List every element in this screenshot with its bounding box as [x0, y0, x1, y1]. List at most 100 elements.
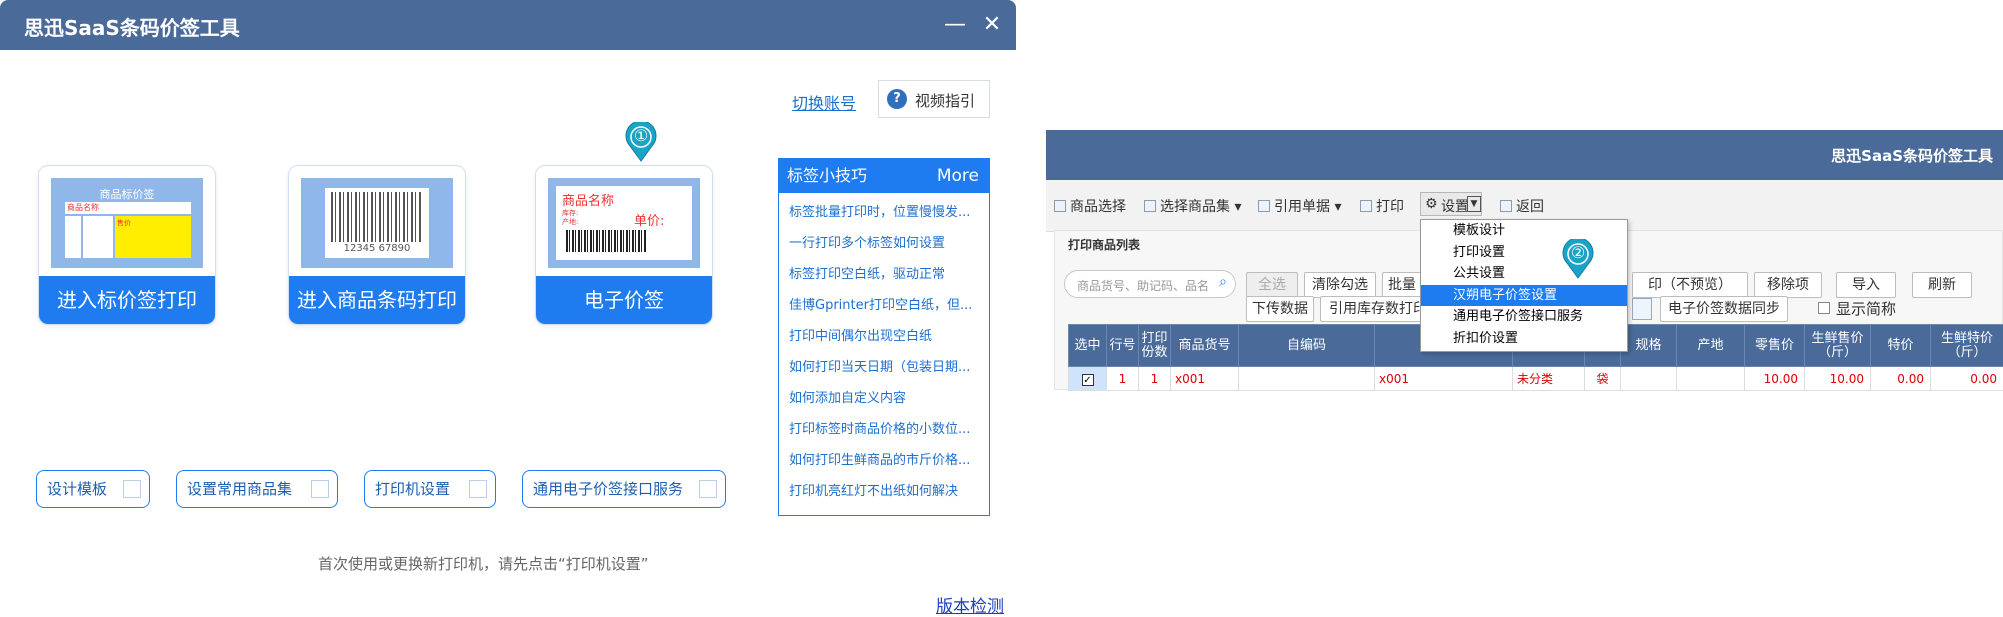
printer-icon [469, 480, 487, 498]
barcode-preview-icon: 12345 67890 [301, 178, 453, 268]
column-header[interactable]: 行号 [1107, 325, 1139, 367]
column-header[interactable]: 零售价 [1745, 325, 1805, 367]
printer-icon [1360, 200, 1372, 212]
tip-item[interactable]: 标签批量打印时，位置慢慢发... [789, 197, 979, 228]
price-tag-print-label: 进入标价签打印 [39, 276, 215, 324]
electronic-label-label: 电子价签 [536, 276, 712, 324]
print-button[interactable]: 打印 [1360, 196, 1404, 216]
column-header[interactable]: 选中 [1069, 325, 1107, 367]
menu-item-discount-settings[interactable]: 折扣价设置 [1421, 328, 1627, 350]
import-button[interactable]: 导入 [1836, 272, 1896, 298]
tip-item[interactable]: 佳博Gprinter打印空白纸，但... [789, 290, 979, 321]
minimize-button[interactable]: — [938, 8, 972, 42]
settings-dropdown-menu: 模板设计 打印设置 公共设置 汉朔电子价签设置 通用电子价签接口服务 折扣价设置 [1420, 219, 1628, 352]
column-header[interactable]: 打印份数 [1139, 325, 1171, 367]
refresh-button[interactable]: 刷新 [1912, 272, 1972, 298]
product-select-button[interactable]: 商品选择 [1054, 196, 1126, 216]
menu-item-template-design[interactable]: 模板设计 [1421, 220, 1627, 242]
barcode-print-label: 进入商品条码打印 [289, 276, 465, 324]
tip-item[interactable]: 如何打印当天日期（包装日期... [789, 352, 979, 383]
column-header[interactable]: 特价 [1871, 325, 1931, 367]
row-select-cell[interactable]: ✓ [1069, 367, 1107, 391]
menu-item-generic-esl-service[interactable]: 通用电子价签接口服务 [1421, 306, 1627, 328]
column-header[interactable]: 规格 [1621, 325, 1677, 367]
window-title: 思迅SaaS条码价签工具 [24, 12, 240, 41]
return-icon [1500, 200, 1512, 212]
print-copies[interactable]: 1 [1139, 367, 1171, 391]
price-tag-print-card[interactable]: 商品标价签 商品名称 售价 进入标价签打印 [38, 165, 216, 325]
esl-interface-button[interactable]: 通用电子价签接口服务 [522, 470, 726, 508]
elabel-origin: 产地: [562, 217, 578, 227]
batch-button[interactable]: 批量 [1382, 272, 1422, 298]
electronic-label-card[interactable]: 商品名称 库存: 产地: 单价: 电子价签 [535, 165, 713, 325]
common-items-button[interactable]: 设置常用商品集 [176, 470, 338, 508]
menu-item-print-settings[interactable]: 打印设置 [1421, 242, 1627, 264]
column-header[interactable]: 生鲜售价（斤） [1805, 325, 1871, 367]
folder-icon [1144, 200, 1156, 212]
step-2-marker-icon: ② [1561, 239, 1595, 279]
tip-item[interactable]: 如何打印生鲜商品的市斤价格... [789, 445, 979, 476]
title-bar: 思迅SaaS条码价签工具 — ✕ [0, 0, 1016, 50]
tip-item[interactable]: 打印中间偶尔出现空白纸 [789, 321, 979, 352]
bag-icon [311, 480, 329, 498]
return-label: 返回 [1516, 199, 1544, 215]
barcode-bars [331, 192, 423, 242]
search-icon: ⌕ [1219, 274, 1227, 290]
upload-data-button[interactable]: 下传数据 [1246, 296, 1314, 322]
tip-item[interactable]: 标签打印空白纸，驱动正常 [789, 259, 979, 290]
tips-title: 标签小技巧 [787, 166, 867, 185]
calendar-icon[interactable] [1632, 298, 1652, 320]
clear-check-button[interactable]: 清除勾选 [1304, 272, 1376, 298]
switch-account-link[interactable]: 切换账号 [792, 90, 856, 114]
column-header[interactable]: 商品货号 [1171, 325, 1239, 367]
column-header[interactable]: 自编码 [1239, 325, 1375, 367]
search-input[interactable]: 商品货号、助记码、品名 ⌕ [1064, 270, 1236, 298]
step-1-marker-icon: ① [624, 122, 658, 162]
print-no-preview-button[interactable]: 印（不预览） [1632, 272, 1748, 298]
column-header[interactable]: 产地 [1677, 325, 1745, 367]
select-product-set-button[interactable]: 选择商品集 ▾ [1144, 196, 1241, 216]
table-row[interactable]: ✓ 1 1 x001 x001 未分类 袋 10.00 10.00 0.00 0… [1069, 367, 2003, 391]
gear-icon: ⚙ [1425, 196, 1438, 212]
tips-panel: 标签小技巧 More 标签批量打印时，位置慢慢发... 一行打印多个标签如何设置… [778, 158, 990, 516]
ref-stock-print-button[interactable]: 引用库存数打印 [1320, 296, 1436, 322]
tip-item[interactable]: 打印机亮红灯不出纸如何解决 [789, 476, 979, 507]
retail-price: 10.00 [1745, 367, 1805, 391]
self-code [1239, 367, 1375, 391]
tip-item[interactable]: 一行打印多个标签如何设置 [789, 228, 979, 259]
close-button[interactable]: ✕ [975, 8, 1009, 42]
menu-item-hanshow-esl-settings[interactable]: 汉朔电子价签设置 [1421, 285, 1627, 307]
title-bar: 思迅SaaS条码价签工具 [1046, 130, 2003, 180]
version-check-link[interactable]: 版本检测 [936, 592, 1004, 617]
select-all-button[interactable]: 全选 [1246, 272, 1298, 298]
remove-item-button[interactable]: 移除项 [1754, 272, 1822, 298]
tips-more-link[interactable]: More [937, 159, 979, 193]
main-window: 思迅SaaS条码价签工具 — ✕ 切换账号 ? 视频指引 商品标价签 商品名称 … [0, 0, 1016, 614]
barcode-print-card[interactable]: 12345 67890 进入商品条码打印 [288, 165, 466, 325]
video-guide-button[interactable]: ? 视频指引 [878, 80, 990, 118]
chevron-down-icon[interactable]: ▼ [1467, 196, 1481, 212]
print-list-window: 思迅SaaS条码价签工具 商品选择 选择商品集 ▾ 引用单据 ▾ 打印 ⚙ 设置… [1046, 130, 2003, 390]
help-icon: ? [887, 89, 907, 109]
printer-settings-label: 打印机设置 [375, 480, 450, 498]
preview-field-values [83, 216, 113, 258]
show-short-checkbox[interactable] [1818, 302, 1830, 314]
printer-settings-button[interactable]: 打印机设置 [364, 470, 496, 508]
tips-header: 标签小技巧 More [779, 159, 989, 193]
row-number: 1 [1107, 367, 1139, 391]
menu-item-public-settings[interactable]: 公共设置 [1421, 263, 1627, 285]
column-header[interactable]: 生鲜特价（斤） [1931, 325, 2003, 367]
electronic-label-preview-icon: 商品名称 库存: 产地: 单价: [548, 178, 700, 268]
tip-item[interactable]: 打印标签时商品价格的小数位... [789, 414, 979, 445]
step-2-number: ② [1561, 243, 1595, 262]
reference-document-button[interactable]: 引用单据 ▾ [1258, 196, 1341, 216]
design-template-button[interactable]: 设计模板 [36, 470, 150, 508]
settings-button[interactable]: ⚙ 设置 ▼ [1420, 192, 1482, 216]
return-button[interactable]: 返回 [1500, 196, 1544, 216]
tip-item[interactable]: 如何添加自定义内容 [789, 383, 979, 414]
select-product-set-label: 选择商品集 [1160, 199, 1230, 215]
esl-sync-button[interactable]: 电子价签数据同步 [1660, 296, 1788, 322]
layout-icon [123, 480, 141, 498]
price-tag-preview-icon: 商品标价签 商品名称 售价 [51, 178, 203, 268]
row-checkbox[interactable]: ✓ [1082, 374, 1094, 386]
